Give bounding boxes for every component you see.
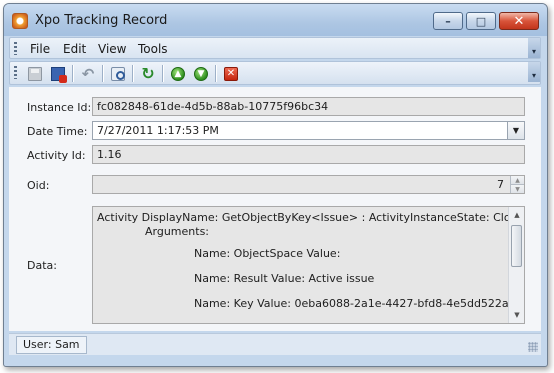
data-memo-field[interactable]: Activity DisplayName: GetObjectByKey<Iss… bbox=[92, 206, 525, 324]
chevron-down-icon: ▼ bbox=[512, 126, 520, 135]
save-icon bbox=[28, 67, 42, 81]
search-icon bbox=[111, 67, 125, 81]
data-line: Activity DisplayName: GetObjectByKey<Iss… bbox=[97, 211, 525, 224]
scroll-up-icon[interactable]: ▲ bbox=[509, 207, 524, 223]
date-time-dropdown-button[interactable]: ▼ bbox=[507, 122, 524, 139]
delete-icon: ✕ bbox=[224, 67, 238, 81]
close-button[interactable]: ✕ bbox=[499, 12, 539, 30]
instance-id-field[interactable]: fc082848-61de-4d5b-88ab-10775f96bc34 bbox=[92, 97, 525, 116]
toolbar: ↶ ↻ ▲ ▼ ✕ ▾ bbox=[9, 61, 541, 85]
menu-bar: File Edit View Tools ▾ bbox=[9, 37, 541, 59]
undo-icon: ↶ bbox=[81, 64, 95, 83]
instance-id-value: fc082848-61de-4d5b-88ab-10775f96bc34 bbox=[97, 100, 329, 113]
menu-edit[interactable]: Edit bbox=[63, 42, 86, 56]
menu-grip-handle[interactable] bbox=[14, 42, 17, 55]
undo-button[interactable]: ↶ bbox=[78, 64, 98, 84]
menu-tools[interactable]: Tools bbox=[138, 42, 168, 56]
next-record-icon: ▼ bbox=[194, 67, 208, 81]
data-line: Name: ObjectSpace Value: bbox=[194, 247, 341, 260]
minimize-button[interactable]: – bbox=[433, 12, 463, 30]
oid-field[interactable]: 7 ▲ ▼ bbox=[92, 175, 525, 194]
scroll-thumb[interactable] bbox=[511, 225, 522, 267]
date-time-label: Date Time: bbox=[27, 125, 88, 138]
data-line: Name: Key Value: 0eba6088-2a1e-4427-bfd8… bbox=[194, 297, 525, 310]
previous-record-icon: ▲ bbox=[171, 67, 185, 81]
data-line: Name: Result Value: Active issue bbox=[194, 272, 375, 285]
close-icon: ✕ bbox=[513, 13, 525, 29]
refresh-icon: ↻ bbox=[141, 64, 155, 83]
instance-id-label: Instance Id: bbox=[27, 101, 92, 114]
toolbar-separator bbox=[72, 65, 73, 82]
previous-record-button[interactable]: ▲ bbox=[168, 64, 188, 84]
maximize-button[interactable]: □ bbox=[466, 12, 496, 30]
menu-file[interactable]: File bbox=[30, 42, 50, 56]
save-and-close-button[interactable] bbox=[48, 64, 68, 84]
activity-id-value: 1.16 bbox=[97, 148, 122, 161]
data-line: Arguments: bbox=[145, 225, 210, 238]
spin-down-icon[interactable]: ▼ bbox=[511, 184, 524, 193]
resize-grip-icon[interactable] bbox=[528, 342, 538, 352]
save-button[interactable] bbox=[25, 64, 45, 84]
date-time-field[interactable]: 7/27/2011 1:17:53 PM ▼ bbox=[92, 121, 525, 140]
menu-view[interactable]: View bbox=[98, 42, 126, 56]
find-button[interactable] bbox=[108, 64, 128, 84]
date-time-value: 7/27/2011 1:17:53 PM bbox=[97, 124, 219, 137]
toolbar-overflow-button[interactable]: ▾ bbox=[528, 62, 540, 82]
data-vertical-scrollbar[interactable]: ▲ ▼ bbox=[508, 207, 524, 323]
activity-id-field[interactable]: 1.16 bbox=[92, 145, 525, 164]
spin-up-icon[interactable]: ▲ bbox=[511, 176, 524, 184]
data-label: Data: bbox=[27, 259, 57, 272]
maximize-icon: □ bbox=[475, 14, 487, 28]
scroll-down-icon[interactable]: ▼ bbox=[509, 307, 524, 323]
delete-button[interactable]: ✕ bbox=[221, 64, 241, 84]
oid-label: Oid: bbox=[27, 179, 50, 192]
tracking-record-window: Xpo Tracking Record – □ ✕ File Edit View… bbox=[3, 3, 548, 367]
next-record-button[interactable]: ▼ bbox=[191, 64, 211, 84]
toolbar-separator bbox=[132, 65, 133, 82]
oid-value: 7 bbox=[497, 178, 504, 191]
app-gear-icon bbox=[12, 13, 28, 29]
refresh-button[interactable]: ↻ bbox=[138, 64, 158, 84]
status-user: User: Sam bbox=[16, 336, 87, 354]
toolbar-grip-handle[interactable] bbox=[14, 66, 17, 79]
status-bar: User: Sam bbox=[9, 333, 541, 355]
oid-spin-buttons[interactable]: ▲ ▼ bbox=[510, 176, 524, 193]
toolbar-separator bbox=[215, 65, 216, 82]
window-title: Xpo Tracking Record bbox=[35, 13, 168, 28]
title-bar[interactable]: Xpo Tracking Record – □ ✕ bbox=[4, 4, 547, 36]
menu-overflow-button[interactable]: ▾ bbox=[528, 38, 540, 58]
minimize-icon: – bbox=[445, 14, 451, 28]
activity-id-label: Activity Id: bbox=[27, 149, 86, 162]
toolbar-separator bbox=[162, 65, 163, 82]
save-and-close-icon bbox=[51, 67, 67, 83]
toolbar-separator bbox=[102, 65, 103, 82]
detail-view: Instance Id: fc082848-61de-4d5b-88ab-107… bbox=[9, 87, 541, 331]
